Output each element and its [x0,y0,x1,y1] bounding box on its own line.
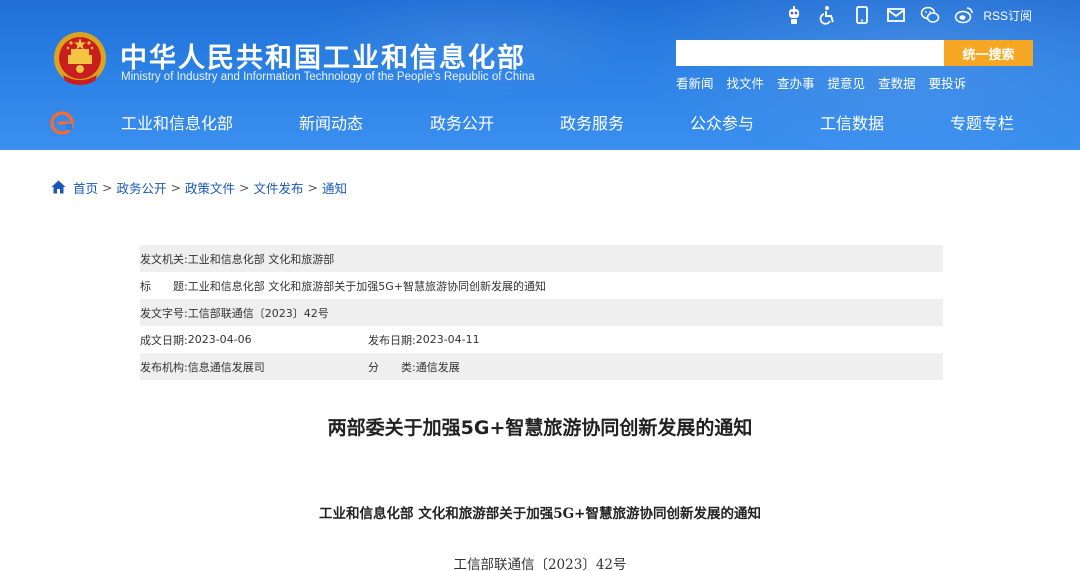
quick-link-complaint[interactable]: 要投诉 [929,73,967,92]
quick-link-news[interactable]: 看新闻 [676,73,714,92]
nav-item-government-affairs[interactable]: 政务公开 [430,111,494,137]
meta-docno-value: 工信部联通信〔2023〕42号 [187,306,329,320]
meta-issuer-value: 工业和信息化部 文化和旅游部 [187,252,335,266]
meta-row-org: 发布机构: 信息通信发展司 分 类: 通信发展 [140,353,943,380]
breadcrumb-policy-documents[interactable]: 政策文件 [185,178,235,197]
meta-category-label: 分 类: [368,360,416,374]
nav-item-public-participation[interactable]: 公众参与 [690,111,754,137]
breadcrumb-separator: > [239,179,250,195]
weibo-icon[interactable] [953,4,975,26]
quick-link-services[interactable]: 查办事 [777,73,815,92]
meta-pub-date-label: 发布日期: [368,333,416,347]
meta-pub-date-value: 2023-04-11 [415,333,480,346]
document-metadata-table: 发文机关: 工业和信息化部 文化和旅游部 标 题: 工业和信息化部 文化和旅游部… [140,245,943,380]
utility-bar: RSS订阅 [771,4,1032,26]
breadcrumb-notice[interactable]: 通知 [322,178,347,197]
meta-made-date-cell: 成文日期: 2023-04-06 [140,332,368,348]
mail-icon[interactable] [885,4,907,26]
nav-item-services[interactable]: 政务服务 [560,111,624,137]
site-title[interactable]: 中华人民共和国工业和信息化部 [120,36,526,74]
meta-row-dates: 成文日期: 2023-04-06 发布日期: 2023-04-11 [140,326,943,353]
meta-org-value: 信息通信发展司 [187,360,265,374]
robot-assistant-icon[interactable] [783,4,805,26]
breadcrumb-separator: > [307,179,318,195]
rss-subscribe-link[interactable]: RSS订阅 [983,4,1032,26]
nav-item-topics[interactable]: 专题专栏 [950,111,1014,137]
meta-category-cell: 分 类: 通信发展 [368,359,460,375]
article-doc-number: 工信部联通信〔2023〕42号 [453,557,627,571]
meta-row-docno: 发文字号: 工信部联通信〔2023〕42号 [140,299,943,326]
search-button[interactable]: 统一搜索 [944,40,1033,66]
breadcrumb-file-release[interactable]: 文件发布 [254,178,304,197]
nav-item-news[interactable]: 新闻动态 [299,111,363,137]
e-logo-icon[interactable] [50,111,74,135]
breadcrumb-government-affairs[interactable]: 政务公开 [117,178,167,197]
meta-row-title: 标 题: 工业和信息化部 文化和旅游部关于加强5G+智慧旅游协同创新发展的通知 [140,272,943,299]
wechat-icon[interactable] [919,4,941,26]
nav-item-data[interactable]: 工信数据 [820,111,884,137]
article-title: 两部委关于加强5G+智慧旅游协同创新发展的通知 [327,417,753,439]
main-nav: 工业和信息化部 新闻动态 政务公开 政务服务 公众参与 工信数据 专题专栏 [0,103,1080,143]
meta-issuer-label: 发文机关: [140,252,188,266]
mobile-icon[interactable] [851,4,873,26]
meta-pub-date-cell: 发布日期: 2023-04-11 [368,332,480,348]
search-input[interactable] [676,40,944,66]
meta-title-label: 标 题: [140,279,188,293]
meta-made-date-value: 2023-04-06 [187,333,252,346]
meta-made-date-label: 成文日期: [140,333,188,347]
meta-row-issuer: 发文机关: 工业和信息化部 文化和旅游部 [140,245,943,272]
home-icon[interactable] [51,180,66,194]
accessibility-icon[interactable] [817,4,839,26]
national-emblem-icon [54,32,106,85]
meta-org-label: 发布机构: [140,360,188,374]
nav-item-ministry[interactable]: 工业和信息化部 [121,111,233,137]
quick-link-documents[interactable]: 找文件 [727,73,765,92]
breadcrumb: 首页 > 政务公开 > 政策文件 > 文件发布 > 通知 [51,178,347,196]
article-subtitle: 工业和信息化部 文化和旅游部关于加强5G+智慧旅游协同创新发展的通知 [319,506,761,522]
quick-link-feedback[interactable]: 提意见 [828,73,866,92]
meta-category-value: 通信发展 [415,360,460,374]
quick-link-data[interactable]: 查数据 [878,73,916,92]
breadcrumb-separator: > [102,179,113,195]
meta-docno-label: 发文字号: [140,306,188,320]
meta-title-value: 工业和信息化部 文化和旅游部关于加强5G+智慧旅游协同创新发展的通知 [187,279,546,293]
quick-links: 看新闻 找文件 查办事 提意见 查数据 要投诉 [676,73,979,92]
site-header: 中华人民共和国工业和信息化部 Ministry of Industry and … [0,0,1080,150]
meta-org-cell: 发布机构: 信息通信发展司 [140,359,368,375]
breadcrumb-separator: > [170,179,181,195]
breadcrumb-home[interactable]: 首页 [73,178,98,197]
site-title-english: Ministry of Industry and Information Tec… [121,71,535,83]
